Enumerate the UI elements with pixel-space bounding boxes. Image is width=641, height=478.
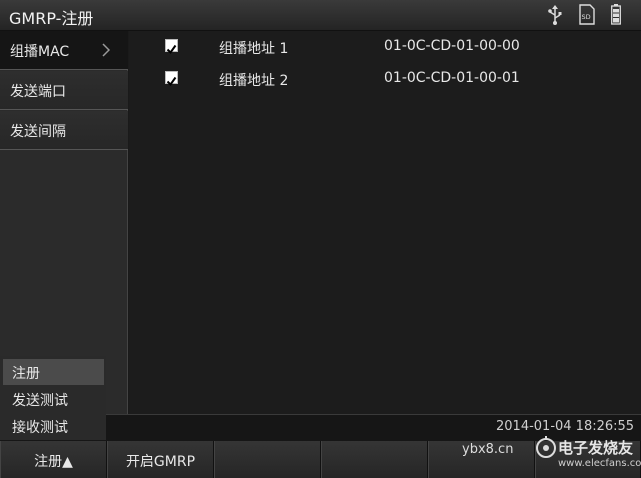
menu-item-label: 接收测试 [12, 420, 68, 436]
title-bar: GMRP-注册 SD [0, 0, 641, 31]
menu-item-label: 注册 [12, 366, 40, 382]
sidebar-item-label: 组播MAC [10, 44, 70, 60]
sidebar-item-label: 发送端口 [10, 84, 66, 100]
battery-icon [611, 4, 621, 29]
soft-key-4[interactable] [321, 441, 428, 478]
sidebar-item-send-port[interactable]: 发送端口 [0, 71, 128, 110]
soft-key-label: 开启GMRP [125, 454, 196, 470]
elecfans-logo-icon [534, 436, 558, 464]
menu-item-register[interactable]: 注册 [3, 359, 104, 385]
register-popup-menu: 注册 发送测试 接收测试 [0, 356, 106, 440]
row-checkbox[interactable] [165, 71, 178, 87]
register-menu-button[interactable]: 注册▲ [0, 441, 107, 478]
watermark-url: www.elecfans.com [558, 458, 641, 469]
sidebar-item-label: 发送间隔 [10, 124, 66, 140]
window-title: GMRP-注册 [9, 9, 94, 28]
mac-address: 01-0C-CD-01-00-00 [384, 38, 520, 54]
row-checkbox[interactable] [165, 39, 178, 55]
usb-icon [547, 5, 563, 29]
chevron-right-icon [102, 42, 111, 61]
address-name: 组播地址 2 [219, 73, 289, 89]
menu-item-receive-test[interactable]: 接收测试 [3, 413, 104, 439]
address-name: 组播地址 1 [219, 41, 289, 57]
sidebar-item-multicast-mac[interactable]: 组播MAC [0, 31, 128, 70]
watermark-site-name: 电子发烧友 [558, 439, 634, 457]
mac-address: 01-0C-CD-01-00-01 [384, 70, 520, 86]
timestamp: 2014-01-04 18:26:55 [496, 419, 635, 434]
list-item[interactable]: 组播地址 1 01-0C-CD-01-00-00 [129, 31, 641, 63]
watermark: ybx8.cn 电子发烧友 www.elecfans.com [462, 436, 641, 478]
menu-item-label: 发送测试 [12, 393, 68, 409]
multicast-address-list: 组播地址 1 01-0C-CD-01-00-00 组播地址 2 01-0C-CD… [129, 31, 641, 414]
list-item[interactable]: 组播地址 2 01-0C-CD-01-00-01 [129, 63, 641, 95]
menu-item-send-test[interactable]: 发送测试 [3, 386, 104, 412]
svg-text:SD: SD [582, 13, 591, 21]
soft-key-3[interactable] [214, 441, 321, 478]
sidebar-item-send-interval[interactable]: 发送间隔 [0, 111, 128, 150]
soft-key-label: 注册▲ [34, 454, 73, 470]
sd-card-icon: SD [579, 4, 595, 29]
watermark-text: ybx8.cn [462, 442, 514, 457]
enable-gmrp-button[interactable]: 开启GMRP [107, 441, 214, 478]
